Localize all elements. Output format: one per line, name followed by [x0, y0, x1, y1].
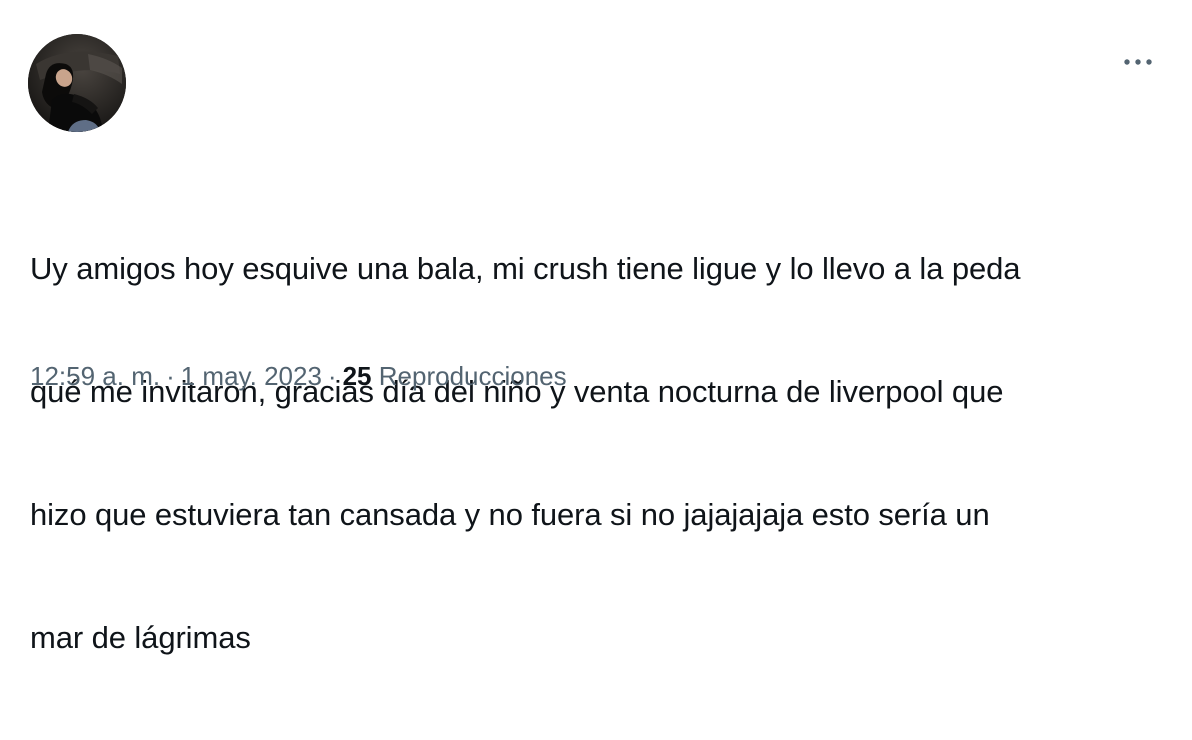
tweet-text: Uy amigos hoy esquive una bala, mi crush…	[30, 166, 1150, 740]
avatar[interactable]	[28, 34, 126, 132]
tweet-time[interactable]: 12:59 a. m.	[30, 361, 160, 391]
separator-dot: ·	[327, 361, 337, 391]
tweet-text-line: mar de lágrimas	[30, 620, 251, 655]
profile-photo-icon	[28, 34, 126, 132]
tweet-date[interactable]: 1 may. 2023	[181, 361, 322, 391]
views-count[interactable]: 25	[343, 361, 372, 391]
separator-dot: ·	[166, 361, 175, 391]
tweet-text-line: hizo que estuviera tan cansada y no fuer…	[30, 497, 990, 532]
more-horizontal-icon	[1124, 59, 1152, 65]
views-label[interactable]: Reproducciones	[379, 361, 567, 391]
tweet-metadata: 12:59 a. m. · 1 may. 2023 · 25 Reproduccione…	[30, 359, 567, 393]
tweet-text-line: Uy amigos hoy esquive una bala, mi crush…	[30, 251, 1021, 286]
tweet: Uy amigos hoy esquive una bala, mi crush…	[0, 0, 1192, 655]
more-options-button[interactable]	[1120, 50, 1156, 74]
